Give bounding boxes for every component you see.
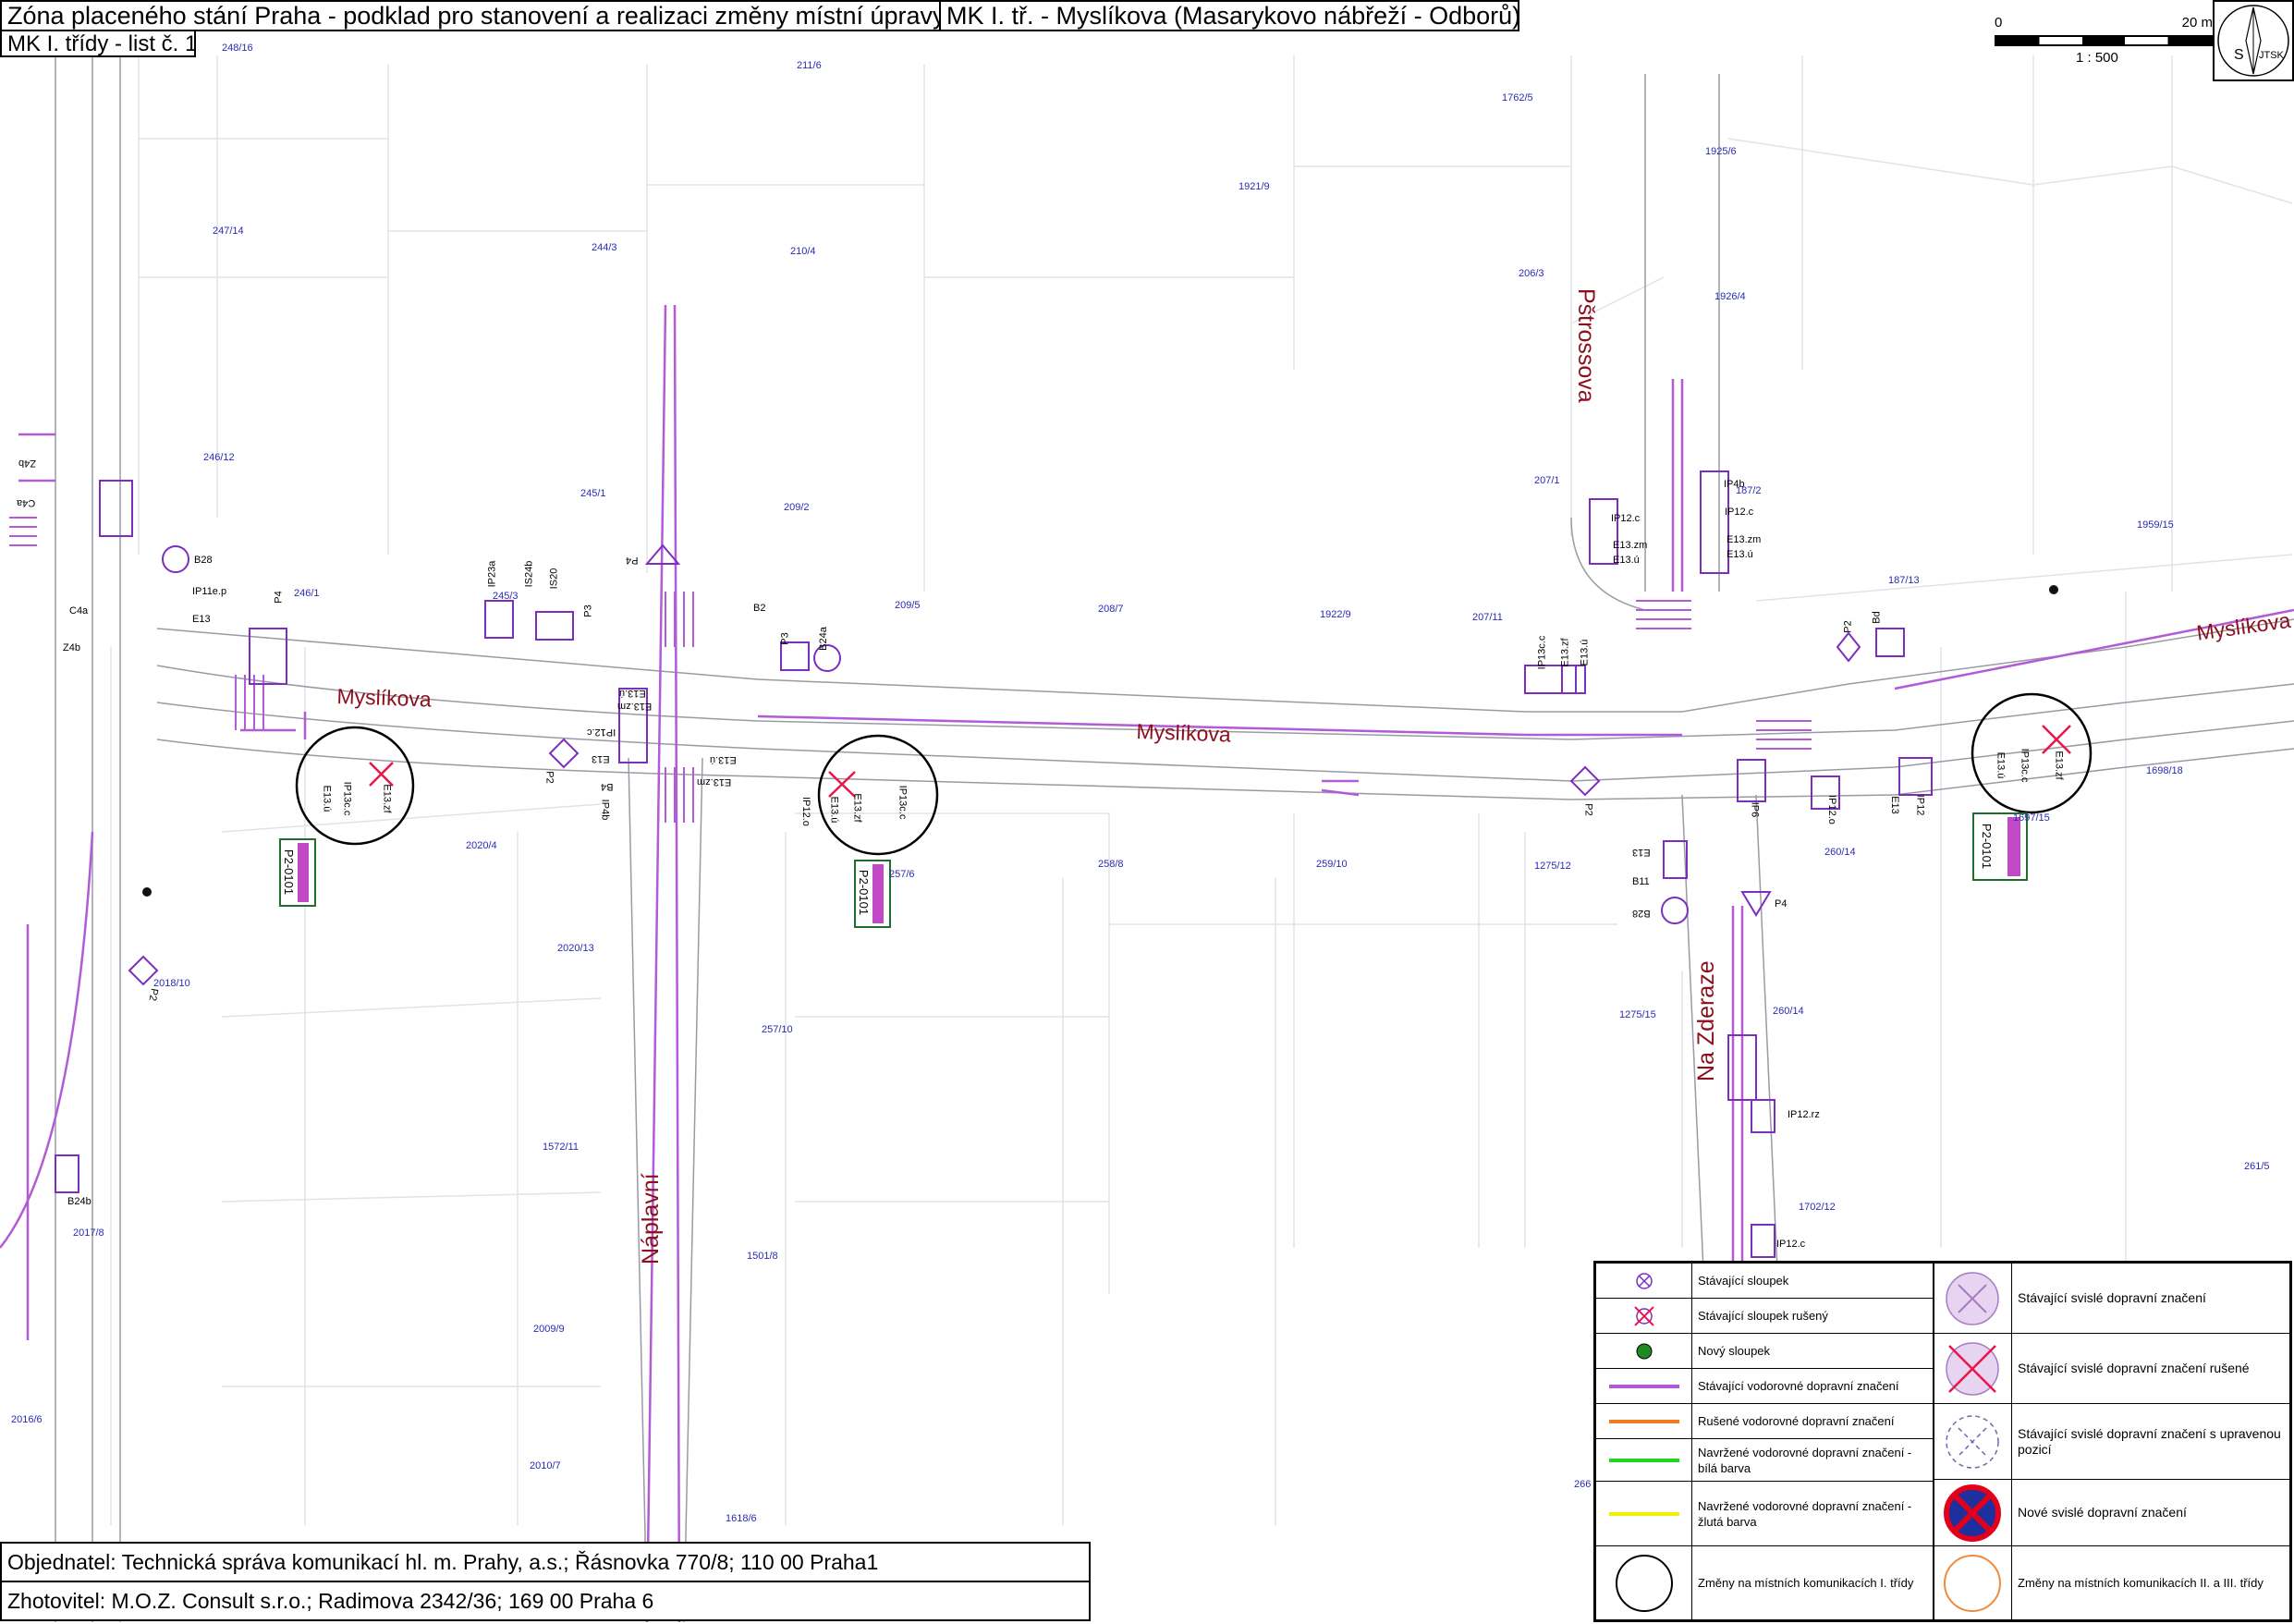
legend-left-column: Stávající sloupek Stávající sloupek ruše… [1596, 1264, 1934, 1619]
removed-post-icon [1634, 1306, 1654, 1326]
scale-end: 20 m [2181, 15, 2213, 31]
street-name-myslikova-center: Myslíkova [1136, 719, 1232, 747]
plate-label: P2-0101 [1980, 823, 1995, 870]
legend-existing-post: Stávající sloupek [1596, 1264, 1933, 1299]
sheet-label: MK I. třídy - list č. 1 [0, 30, 196, 57]
existing-signs [55, 470, 1933, 1258]
contractor-info: Zhotovitel: M.O.Z. Consult s.r.o.; Radim… [0, 1581, 1091, 1621]
scale-ratio: 1 : 500 [2076, 50, 2118, 66]
existing-sign-icon [1946, 1272, 1999, 1325]
legend-removed-sign: Stávající svislé dopravní značení rušené [1933, 1334, 2289, 1404]
legend: Stávající sloupek Stávající sloupek ruše… [1593, 1261, 2292, 1622]
legend-new-post: Nový sloupek [1596, 1334, 1933, 1369]
legend-removed-marking: Rušené vodorovné dopravní značení [1596, 1404, 1933, 1439]
scale-bar: 0 20 m 1 : 500 [1995, 15, 2213, 70]
plate-label: P2-0101 [282, 849, 297, 896]
legend-moved-sign: Stávající svislé dopravní značení s upra… [1933, 1404, 2289, 1480]
route-title: MK I. tř. - Myslíkova (Masarykovo nábřež… [939, 0, 1519, 31]
existing-marking-icon [1609, 1385, 1679, 1388]
client-info: Objednatel: Technická správa komunikací … [0, 1542, 1091, 1582]
moved-sign-icon [1946, 1415, 1999, 1469]
legend-right-column: Stávající svislé dopravní značení Stávaj… [1933, 1264, 2289, 1619]
proposed-white-icon [1609, 1459, 1679, 1462]
north-letter: S [2234, 47, 2244, 63]
street-name-myslikova-west: Myslíkova [336, 684, 433, 712]
north-arrow-icon [2217, 5, 2289, 77]
legend-existing-marking: Stávající vodorovné dopravní značení [1596, 1369, 1933, 1404]
existing-post-icon [1636, 1273, 1653, 1289]
legend-proposed-white: Navržené vodorovné dopravní značení - bí… [1596, 1439, 1933, 1482]
posts [142, 585, 2058, 897]
change-class-1-icon [1616, 1555, 1673, 1612]
legend-new-sign: Nové svislé dopravní značení [1933, 1480, 2289, 1546]
north-system: JTSK [2259, 50, 2284, 61]
plate-label: P2-0101 [857, 869, 872, 916]
drawing-title: Zóna placeného stání Praha - podklad pro… [0, 0, 941, 31]
north-arrow: S JTSK [2213, 0, 2294, 81]
sign-plates [279, 812, 2028, 928]
removed-sign-icon [1946, 1342, 1999, 1396]
scale-start: 0 [1995, 15, 2003, 31]
scale-bar-graphic [1995, 35, 2213, 46]
new-sign-icon [1944, 1484, 2001, 1542]
proposed-yellow-icon [1609, 1512, 1679, 1516]
change-circles [295, 692, 2093, 856]
street-name-na-zderaze: Na Zderaze [1693, 960, 1719, 1081]
new-post-icon [1636, 1343, 1653, 1360]
crosswalks [9, 517, 1812, 823]
legend-change-class-1: Změny na místních komunikacích I. třídy [1596, 1546, 1933, 1619]
legend-existing-sign: Stávající svislé dopravní značení [1933, 1264, 2289, 1334]
street-name-naplavni: Náplavní [638, 1173, 664, 1264]
legend-removed-post: Stávající sloupek rušený [1596, 1299, 1933, 1334]
change-class-2-3-icon [1944, 1555, 2001, 1612]
removed-marking-icon [1609, 1420, 1679, 1423]
legend-change-class-2-3: Změny na místních komunikacích II. a III… [1933, 1546, 2289, 1619]
legend-proposed-yellow: Navržené vodorovné dopravní značení - žl… [1596, 1482, 1933, 1546]
street-name-pstrossova: Pštrossova [1573, 288, 1599, 403]
